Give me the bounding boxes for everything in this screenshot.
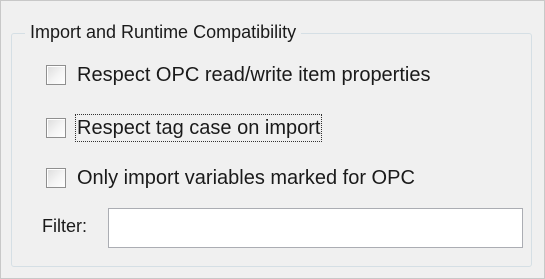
respect-opc-properties-option[interactable]: Respect OPC read/write item properties (46, 59, 432, 91)
only-import-opc-variables-option[interactable]: Only import variables marked for OPC (46, 162, 417, 194)
filter-input[interactable] (108, 208, 523, 248)
respect-tag-case-option[interactable]: Respect tag case on import (46, 112, 323, 144)
respect-opc-properties-checkbox[interactable] (46, 65, 66, 85)
respect-tag-case-label[interactable]: Respect tag case on import (75, 114, 323, 142)
only-import-opc-variables-label[interactable]: Only import variables marked for OPC (75, 164, 417, 192)
only-import-opc-variables-checkbox[interactable] (46, 168, 66, 188)
groupbox-title: Import and Runtime Compatibility (25, 19, 302, 45)
filter-label: Filter: (42, 216, 87, 236)
respect-tag-case-checkbox[interactable] (46, 118, 66, 138)
options-panel: Import and Runtime Compatibility Respect… (0, 0, 545, 279)
respect-opc-properties-label[interactable]: Respect OPC read/write item properties (75, 61, 432, 89)
